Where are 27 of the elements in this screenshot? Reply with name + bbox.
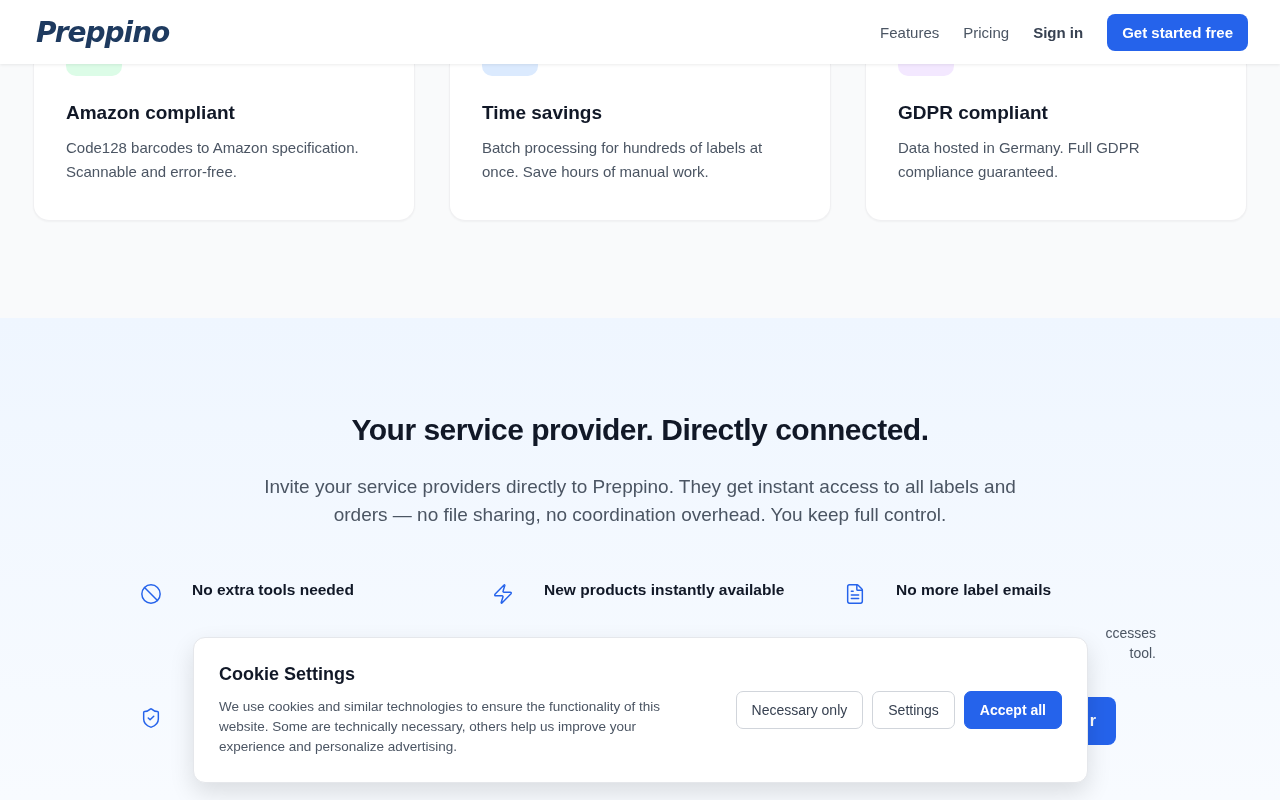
logo[interactable]: Preppino <box>36 15 170 49</box>
card-text: Data hosted in Germany. Full GDPR compliance guaranteed. <box>898 138 1141 182</box>
cookie-button[interactable]: Settings <box>872 691 955 729</box>
card-title: GDPR compliant <box>898 102 1049 124</box>
feature-title: No extra tools needed <box>192 581 355 599</box>
shield-check-icon <box>140 707 162 729</box>
card-title: Time savings <box>482 102 604 124</box>
feature-title: New products instantly available <box>544 581 786 599</box>
cookie-title: Cookie Settings <box>219 663 357 685</box>
cookie-button[interactable]: Necessary only <box>735 691 864 729</box>
nav-link[interactable]: Pricing <box>963 23 1010 41</box>
nav-link[interactable]: Sign in <box>1033 23 1084 41</box>
card-text: Batch processing for hundreds of labels at once. Save hours of manual work. <box>482 138 764 182</box>
document-icon <box>844 583 866 605</box>
card-text: Code128 barcodes to Amazon specification. Scannable and error-free. <box>66 138 360 182</box>
section-title: Your service provider. Directly connected. <box>350 413 930 447</box>
get-started-button[interactable]: Get started free <box>1107 13 1248 51</box>
feature-title: No more label emails <box>896 581 1053 599</box>
cookie-text: We use cookies and similar technologies to ensure the functionality of this website. Some are technically necessary, others help us improve your experience and personalize advertising. <box>219 697 661 756</box>
feature-text: ccesses <box>1104 624 1156 643</box>
lightning-icon <box>492 583 514 605</box>
accept-button[interactable]: Accept all <box>963 691 1062 729</box>
card-title: Amazon compliant <box>66 102 236 124</box>
section-text: Invite your service providers directly to Preppino. They get instant access to all labels and orders — no file sharing, no coordination overhead. You keep full control. <box>263 475 1017 527</box>
prohibited-icon <box>140 583 162 605</box>
feature-text: tool. <box>1128 644 1156 663</box>
nav-link[interactable]: Features <box>880 23 940 41</box>
